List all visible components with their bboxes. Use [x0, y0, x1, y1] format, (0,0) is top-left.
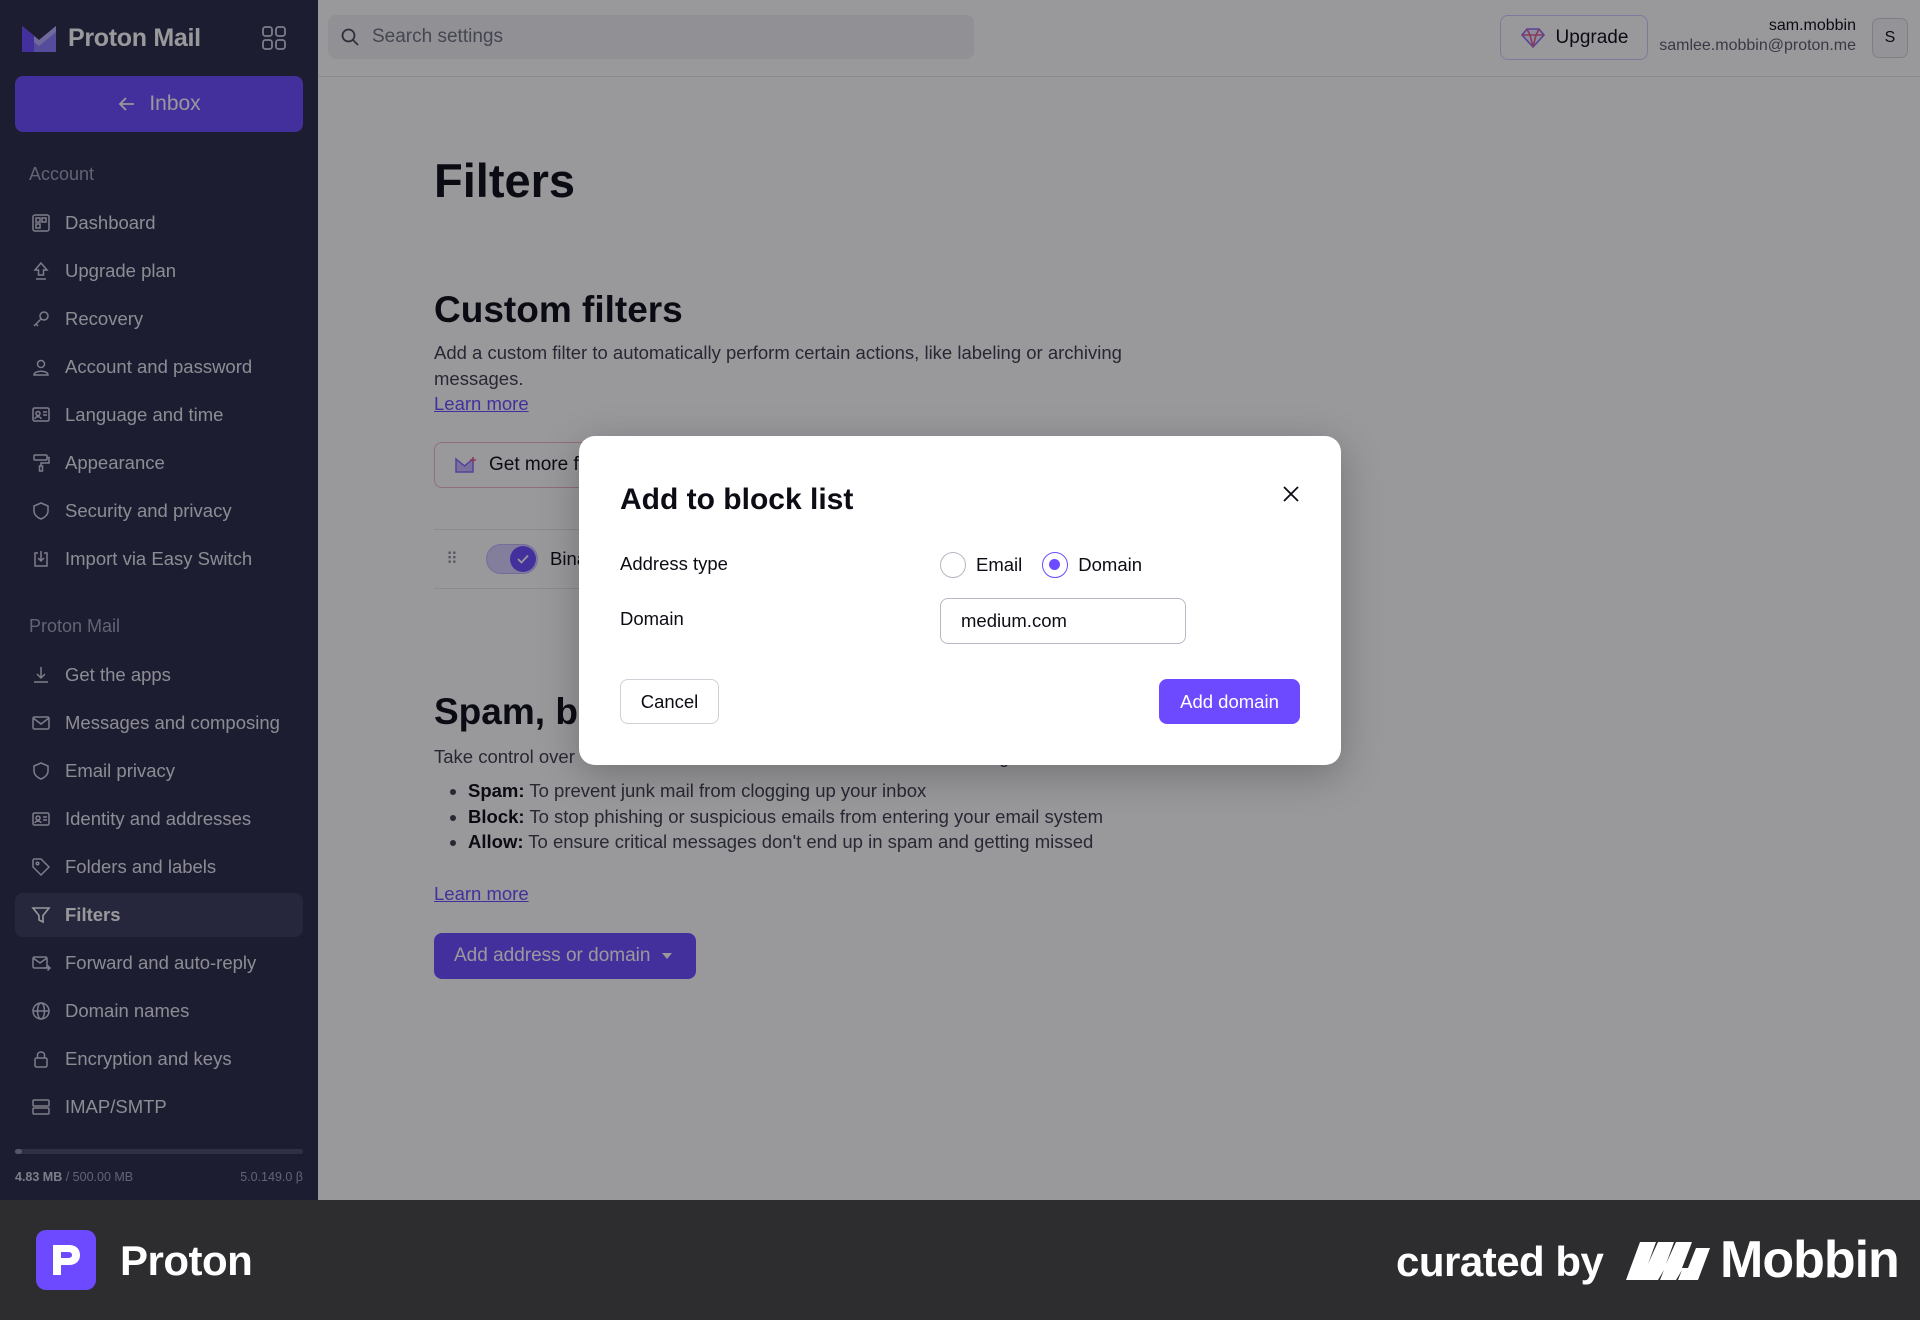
curated-by-text: curated by [1396, 1238, 1604, 1285]
radio-domain[interactable]: Domain [1042, 552, 1142, 578]
close-icon [1283, 486, 1299, 502]
radio-domain-label: Domain [1078, 554, 1143, 575]
close-button[interactable] [1277, 480, 1305, 508]
add-domain-button[interactable]: Add domain [1159, 679, 1300, 724]
curator-name: Mobbin [1720, 1231, 1900, 1289]
proton-logo-icon [36, 1230, 96, 1290]
domain-label: Domain [620, 608, 684, 629]
radio-email-indicator[interactable] [940, 552, 966, 578]
radio-email[interactable]: Email [940, 552, 1022, 578]
add-to-block-list-modal: Add to block list Address type Email Dom… [579, 436, 1341, 765]
radio-email-label: Email [976, 554, 1023, 575]
footer-app-name: Proton [120, 1237, 253, 1284]
app-window: Proton Mail Inbox Account Dashboard Upgr… [0, 0, 1920, 1200]
modal-title: Add to block list [620, 483, 854, 516]
radio-domain-indicator[interactable] [1042, 552, 1069, 578]
domain-input[interactable] [940, 598, 1186, 644]
mobbin-logo-icon [1626, 1242, 1710, 1280]
proton-p-icon [53, 1245, 80, 1275]
address-type-radio-group: Email Domain [940, 552, 1162, 578]
address-type-label: Address type [620, 553, 728, 574]
footer-banner: Proton curated by Mobbin [0, 1200, 1920, 1320]
cancel-button[interactable]: Cancel [620, 679, 719, 724]
